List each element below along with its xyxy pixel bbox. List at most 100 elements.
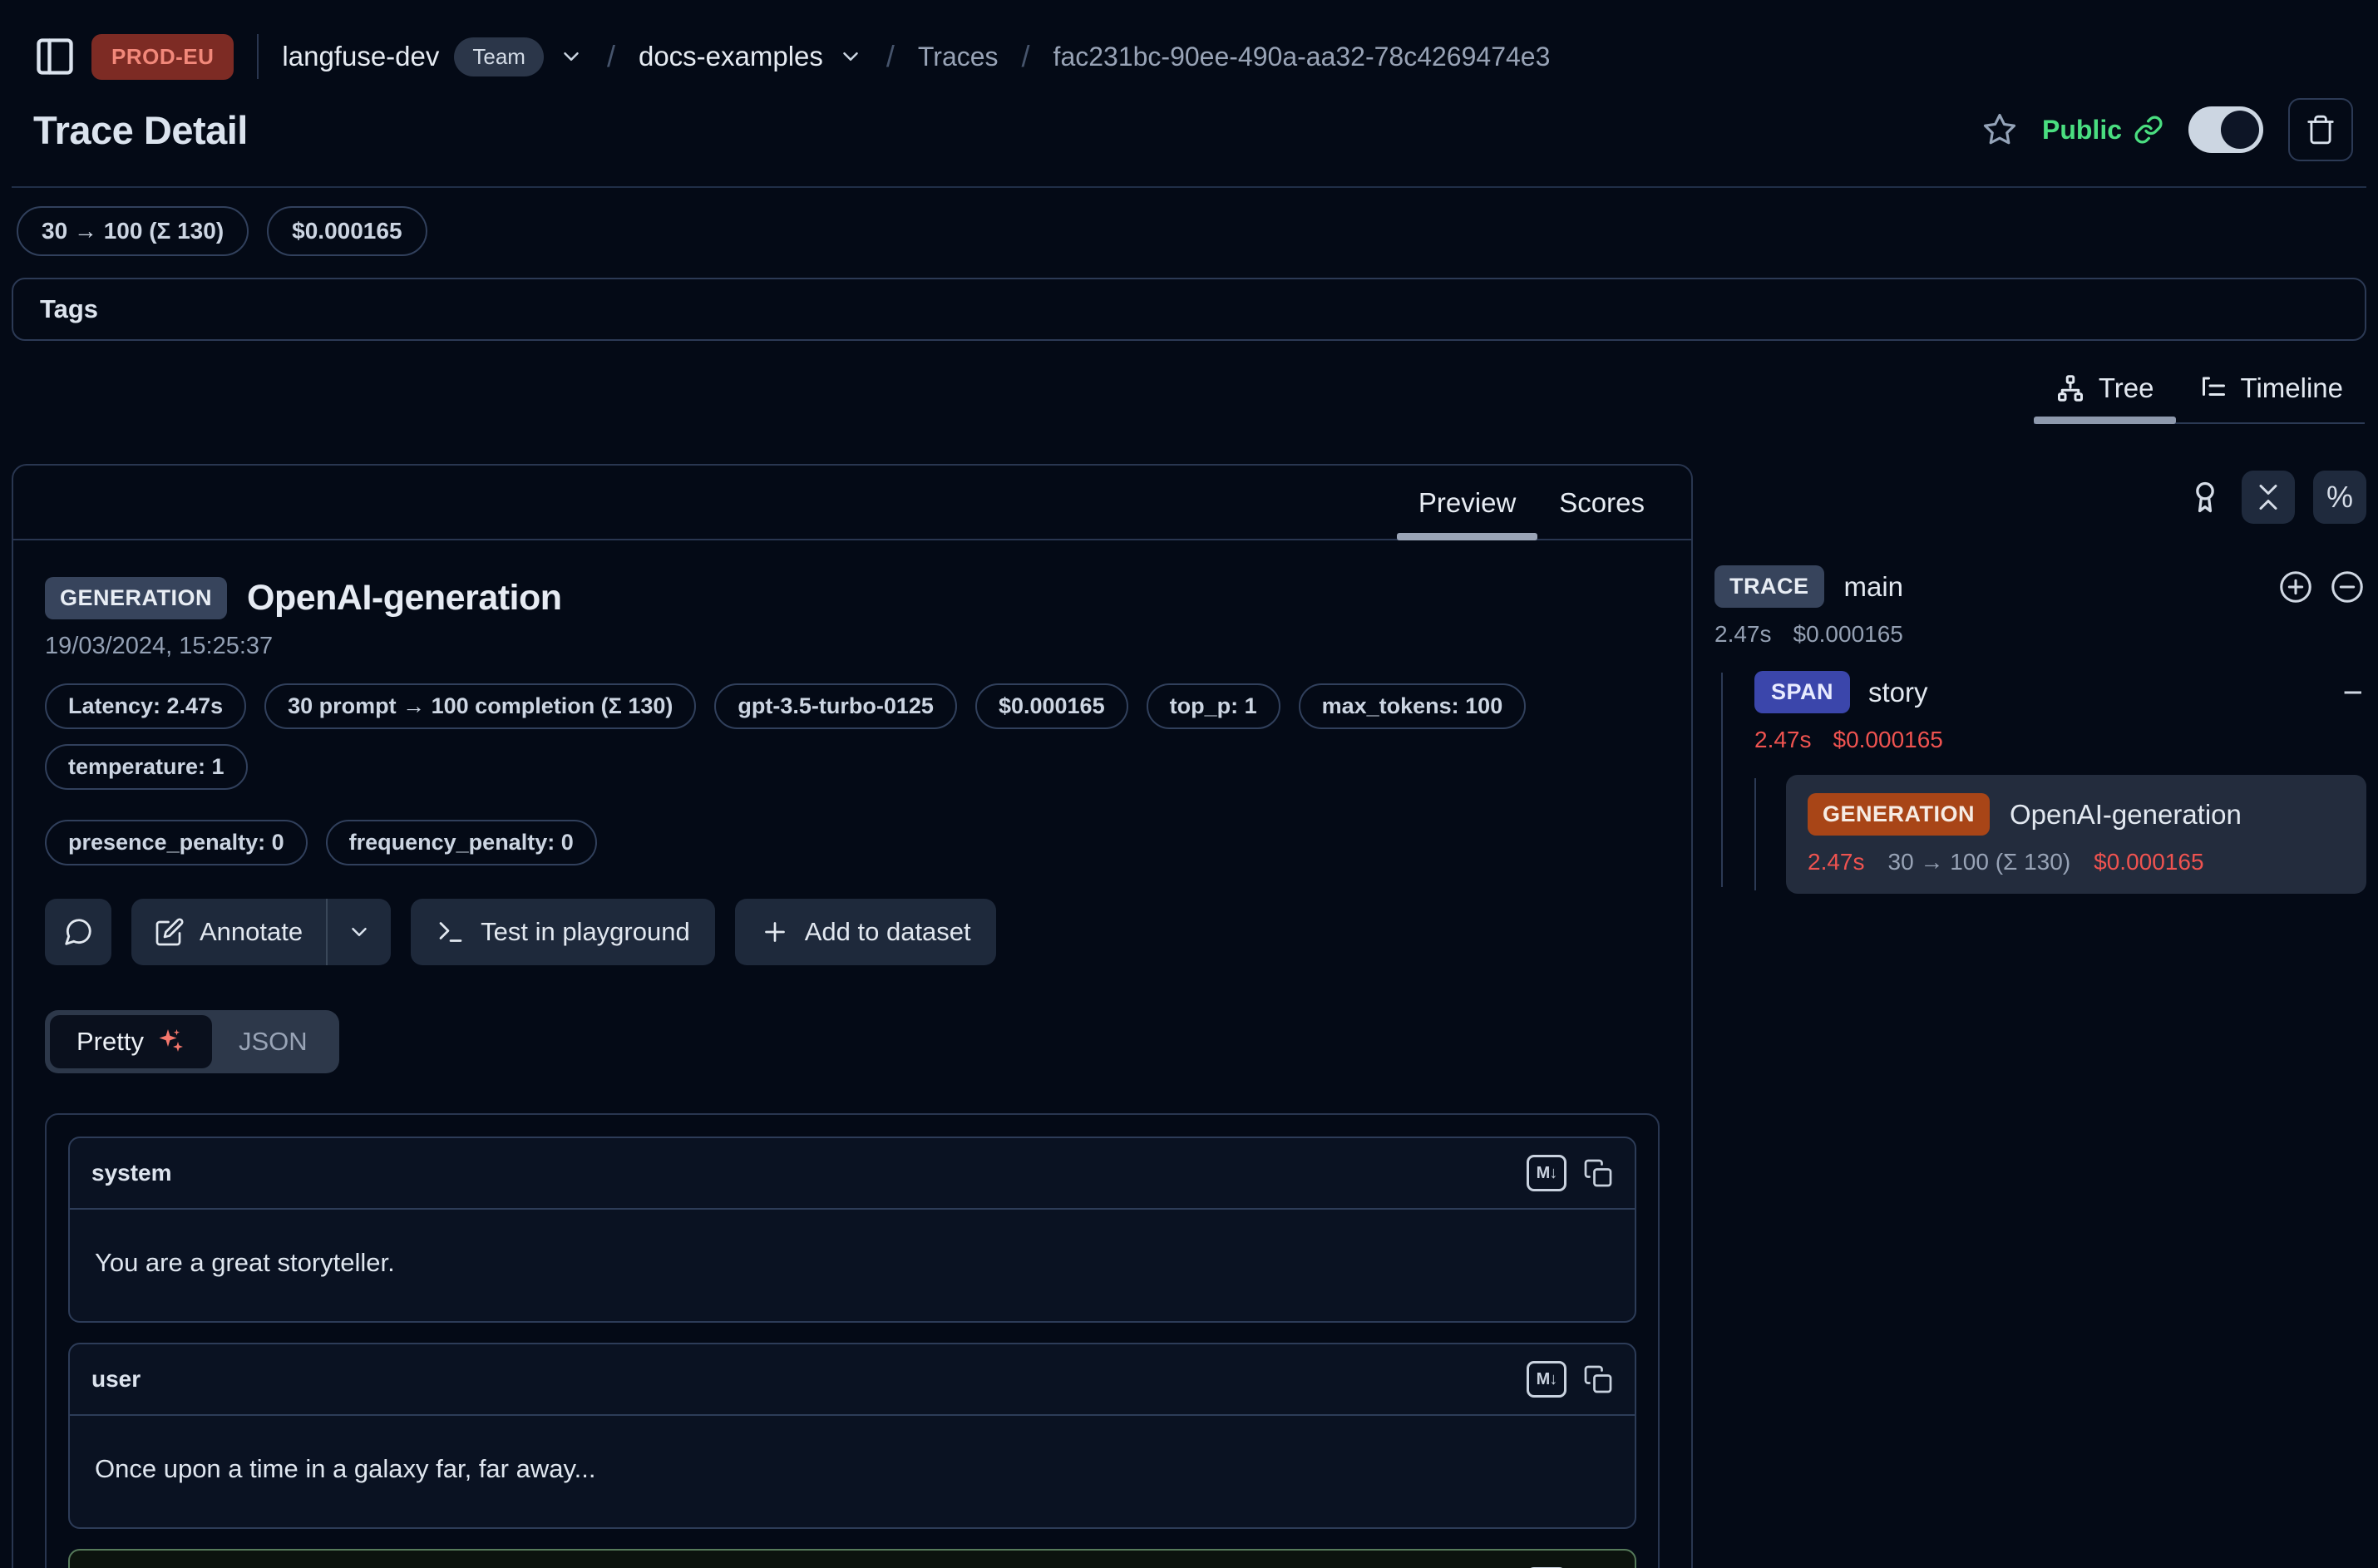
copy-button[interactable] — [1583, 1364, 1613, 1394]
cost-badge: $0.000165 — [975, 683, 1128, 729]
breadcrumb-traces[interactable]: Traces — [918, 42, 999, 72]
message-role: system — [91, 1160, 172, 1186]
trace-children: SPAN story − 2.47s $0.000165 GENERATION … — [1714, 671, 2366, 894]
expand-all-button[interactable] — [2277, 568, 2315, 606]
trace-name: main — [1844, 571, 1904, 603]
chevron-down-icon[interactable] — [559, 44, 584, 69]
tree-toolbar: % — [1714, 471, 2366, 524]
test-in-playground-button[interactable]: Test in playground — [411, 899, 715, 965]
tree-node-span[interactable]: SPAN story − — [1754, 671, 2366, 713]
tab-tree-label: Tree — [2099, 372, 2154, 404]
page-header: Trace Detail Public — [12, 86, 2366, 188]
token-usage-badge: 30 → 100 (Σ 130) — [17, 206, 249, 256]
scores-award-button[interactable] — [2187, 479, 2223, 515]
pretty-toggle[interactable]: Pretty — [50, 1015, 212, 1068]
observation-badges: Latency: 2.47s 30 prompt → 100 completio… — [45, 683, 1660, 865]
frequency-penalty-badge: frequency_penalty: 0 — [326, 820, 597, 865]
model-badge: gpt-3.5-turbo-0125 — [714, 683, 957, 729]
breadcrumb-separator: / — [886, 39, 895, 74]
max-tokens-badge: max_tokens: 100 — [1299, 683, 1527, 729]
trace-latency: 2.47s — [1714, 621, 1772, 648]
edit-icon — [155, 917, 185, 947]
tree-node-trace[interactable]: TRACE main — [1714, 565, 2366, 608]
generation-latency: 2.47s — [1808, 849, 1865, 875]
latency-badge: Latency: 2.47s — [45, 683, 246, 729]
trash-icon — [2305, 114, 2336, 145]
playground-label: Test in playground — [481, 917, 690, 947]
json-toggle[interactable]: JSON — [212, 1015, 334, 1068]
generation-type-badge: GENERATION — [1808, 793, 1990, 836]
tab-scores[interactable]: Scores — [1537, 466, 1666, 539]
message-system: system M↓ You are a great storytelle — [68, 1137, 1636, 1323]
chevron-down-icon[interactable] — [838, 44, 863, 69]
comment-button[interactable] — [45, 899, 111, 965]
public-toggle[interactable] — [2188, 106, 2263, 153]
tab-timeline[interactable]: Timeline — [2176, 362, 2365, 422]
message-header: assistant M↓ — [70, 1551, 1635, 1568]
collapse-trace-button[interactable] — [2328, 568, 2366, 606]
public-link[interactable]: Public — [2042, 115, 2163, 145]
breadcrumb-project[interactable]: docs-examples — [639, 41, 823, 72]
span-latency: 2.47s — [1754, 727, 1812, 753]
award-icon — [2187, 479, 2223, 515]
io-format-toggle: Pretty JSON — [45, 1010, 339, 1073]
collapse-span-button[interactable]: − — [2342, 675, 2363, 710]
cost-badge: $0.000165 — [267, 206, 427, 256]
markdown-toggle-icon[interactable]: M↓ — [1527, 1155, 1566, 1191]
public-label: Public — [2042, 115, 2122, 145]
span-cost: $0.000165 — [1833, 727, 1943, 753]
sidebar-toggle-button[interactable] — [33, 35, 76, 78]
star-icon — [1982, 112, 2017, 147]
message-user: user M↓ Once upon a time in a galaxy — [68, 1343, 1636, 1529]
message-content: Once upon a time in a galaxy far, far aw… — [70, 1416, 1635, 1527]
observation-card: Preview Scores GENERATION OpenAI-generat… — [12, 464, 1693, 1568]
toggle-knob — [2221, 111, 2259, 149]
link-icon — [2134, 115, 2163, 145]
environment-badge: PROD-EU — [91, 34, 234, 80]
observation-body: GENERATION OpenAI-generation 19/03/2024,… — [13, 577, 1691, 1568]
tree-node-generation-selected[interactable]: GENERATION OpenAI-generation 2.47s 30 → … — [1786, 775, 2366, 894]
add-to-dataset-button[interactable]: Add to dataset — [735, 899, 996, 965]
bookmark-star-button[interactable] — [1982, 112, 2017, 147]
copy-button[interactable] — [1583, 1158, 1613, 1188]
terminal-icon — [436, 917, 466, 947]
tab-tree[interactable]: Tree — [2034, 362, 2176, 422]
observation-type-badge: GENERATION — [45, 577, 227, 619]
annotate-button[interactable]: Annotate — [131, 899, 326, 965]
message-header: user M↓ — [70, 1344, 1635, 1416]
markdown-toggle-icon[interactable]: M↓ — [1527, 1361, 1566, 1398]
collapse-all-button[interactable] — [2242, 471, 2295, 524]
annotate-split-button: Annotate — [131, 899, 391, 965]
temperature-badge: temperature: 1 — [45, 744, 248, 790]
view-tabs: Tree Timeline — [2034, 362, 2365, 424]
timeline-icon — [2198, 373, 2228, 403]
tab-preview[interactable]: Preview — [1397, 466, 1537, 539]
metrics-percent-button[interactable]: % — [2313, 471, 2366, 524]
tree-zoom-controls — [2277, 568, 2366, 606]
delete-trace-button[interactable] — [2288, 98, 2353, 161]
span-children: GENERATION OpenAI-generation 2.47s 30 → … — [1754, 775, 2366, 894]
content: Preview Scores GENERATION OpenAI-generat… — [12, 464, 2366, 1568]
plus-circle-icon — [2277, 568, 2315, 606]
view-tabs-row: Tree Timeline — [12, 362, 2366, 424]
generation-metrics: 2.47s 30 → 100 (Σ 130) $0.000165 — [1808, 849, 2345, 875]
plus-icon — [760, 917, 790, 947]
message-assistant: assistant M↓ There ex — [68, 1549, 1636, 1568]
breadcrumb-org[interactable]: langfuse-dev — [282, 41, 439, 72]
breadcrumb-separator: / — [1022, 39, 1030, 74]
comment-icon — [62, 916, 94, 948]
messages-container: system M↓ You are a great storytelle — [45, 1113, 1660, 1568]
generation-tokens: 30 → 100 (Σ 130) — [1888, 849, 2071, 875]
actions-row: Annotate Test in playgroun — [45, 899, 1660, 965]
tags-section[interactable]: Tags — [12, 278, 2366, 341]
tags-label: Tags — [40, 294, 98, 323]
observation-header: GENERATION OpenAI-generation — [45, 577, 1660, 619]
tree-connector-line — [1721, 673, 1723, 887]
observation-title: OpenAI-generation — [247, 578, 562, 619]
generation-cost: $0.000165 — [2094, 849, 2203, 875]
trace-badges: 30 → 100 (Σ 130) $0.000165 — [17, 206, 2366, 256]
pretty-label: Pretty — [76, 1027, 144, 1057]
message-content: You are a great storyteller. — [70, 1210, 1635, 1321]
tree-icon — [2055, 373, 2085, 403]
annotate-dropdown-button[interactable] — [328, 899, 391, 965]
